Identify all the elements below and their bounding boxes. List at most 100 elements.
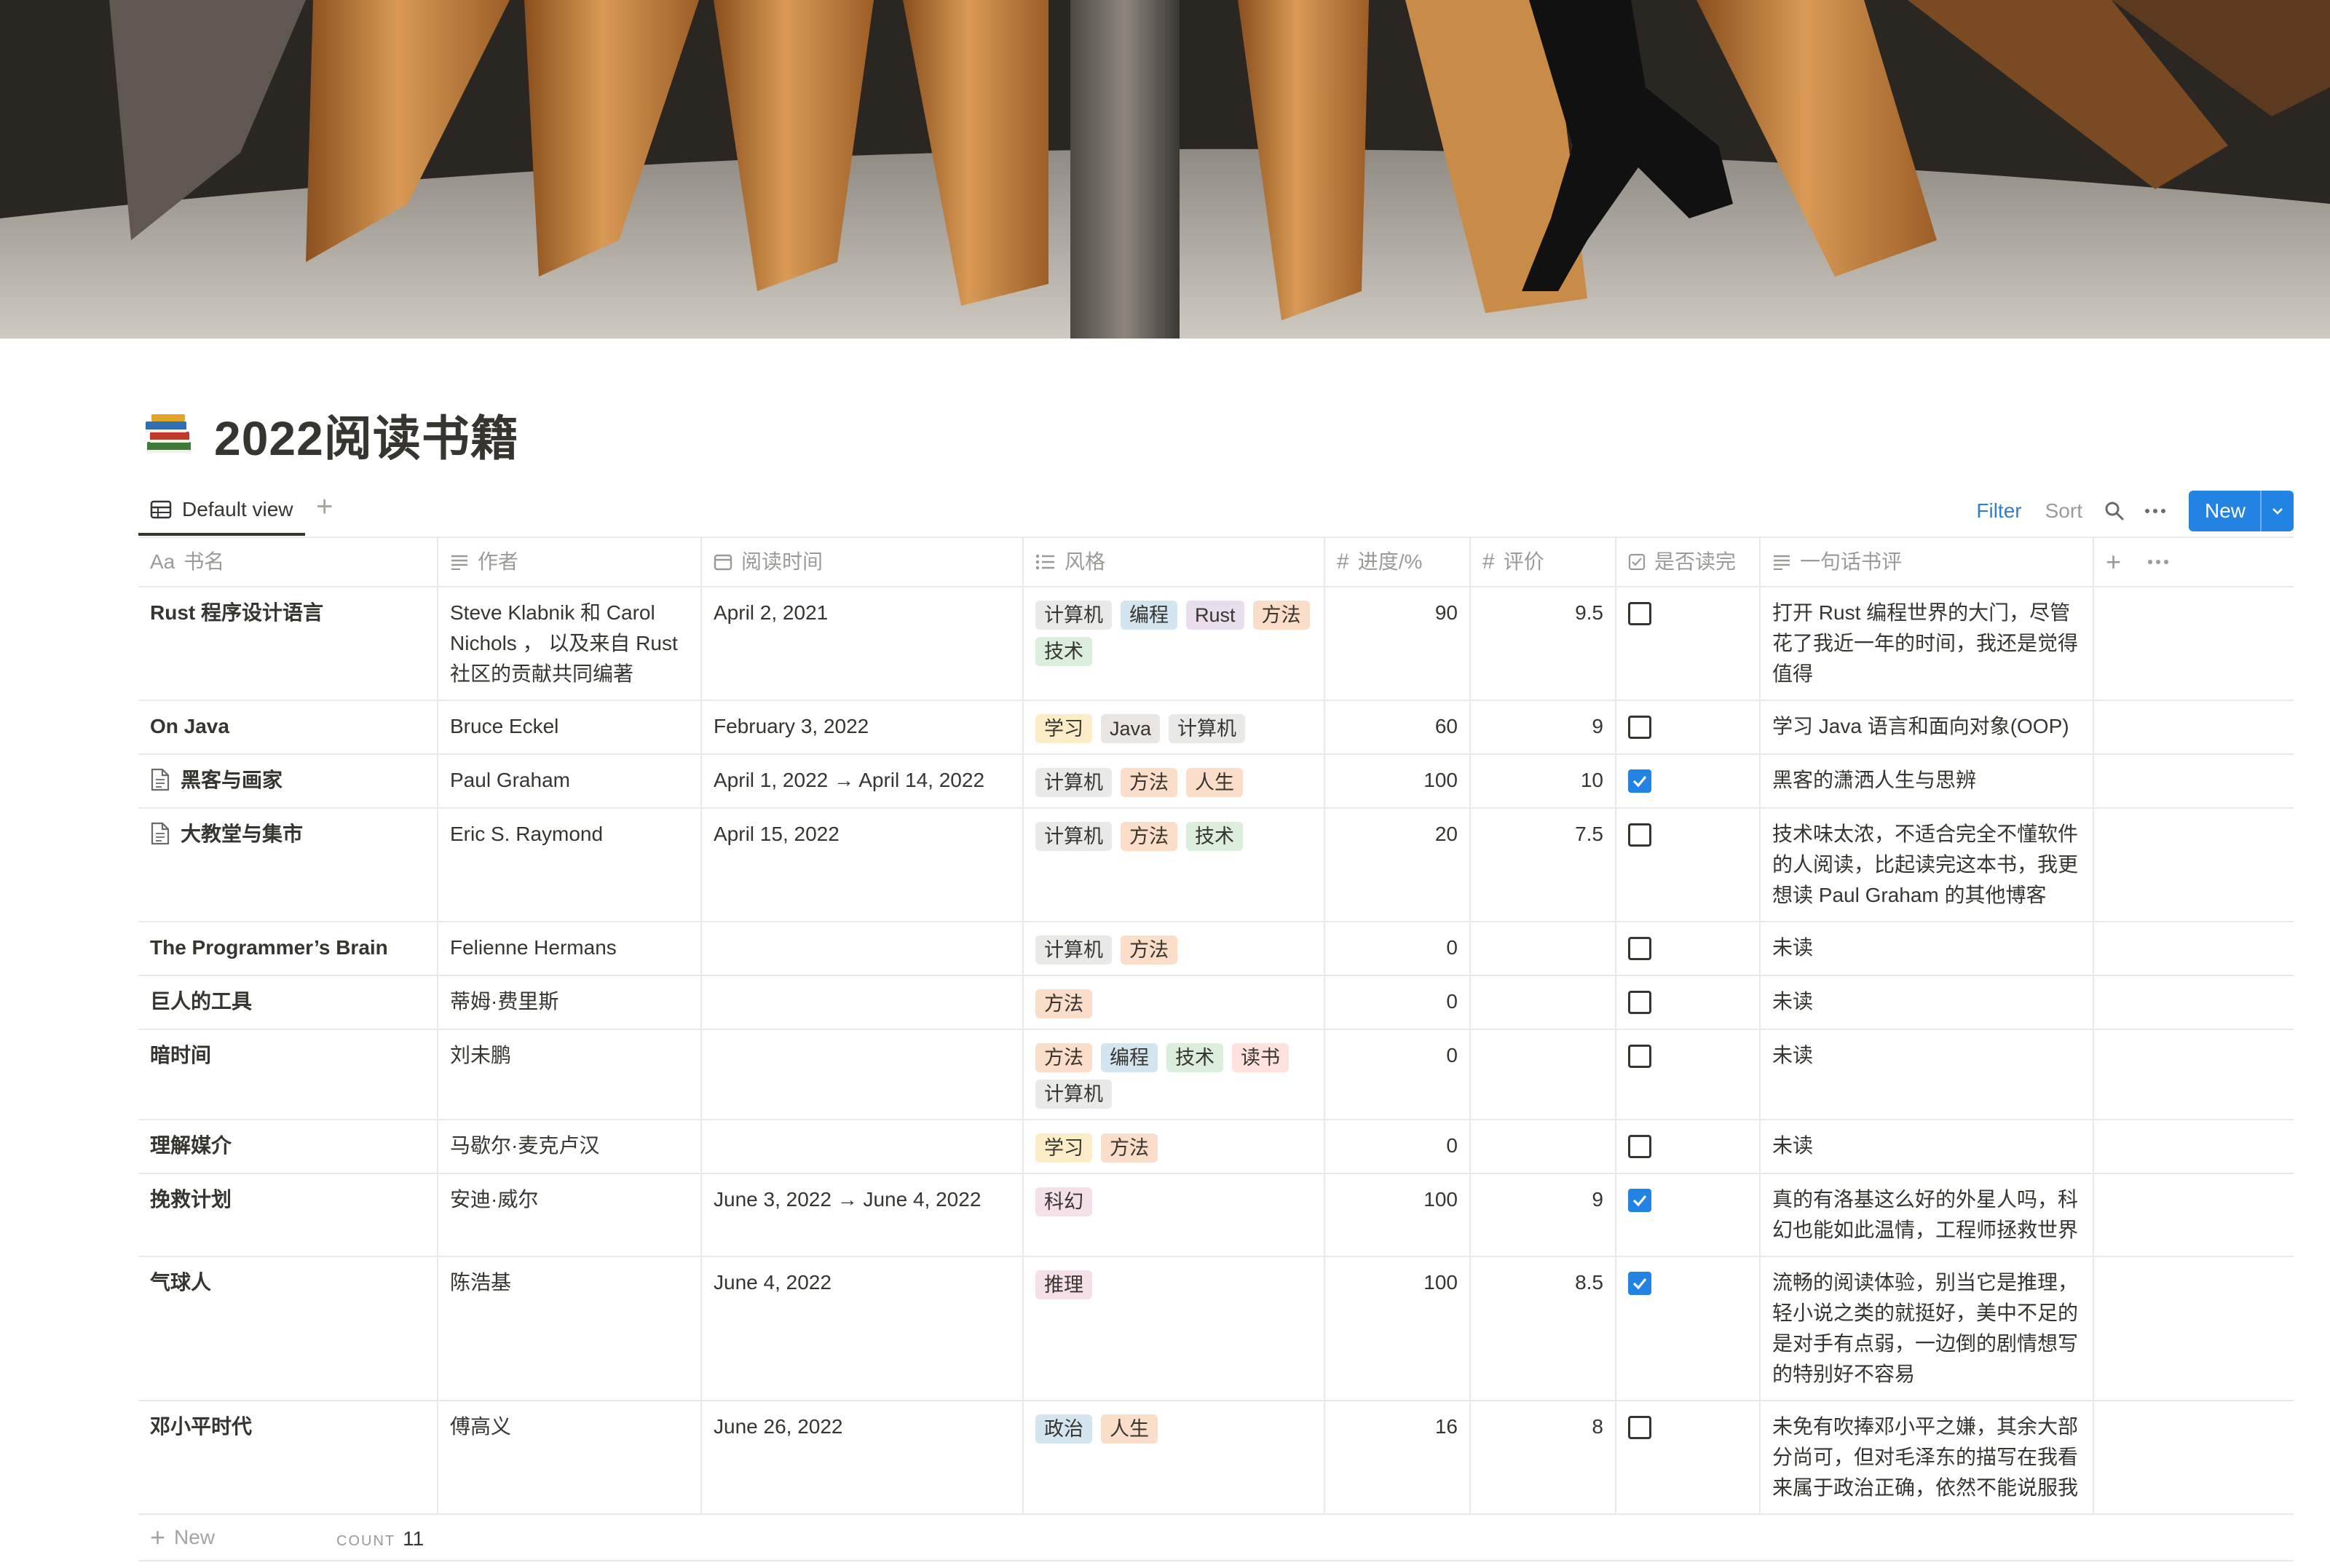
table-row[interactable]: 挽救计划 安迪·威尔 June 3, 2022 → June 4, 2022 科幻 10… [138,1174,2294,1257]
cell-date[interactable]: June 26, 2022 [702,1401,1024,1513]
cell-name[interactable]: 邓小平时代 [138,1401,438,1513]
cell-date[interactable]: February 3, 2022 [702,701,1024,753]
style-tag[interactable]: 方法 [1121,822,1177,851]
style-tag[interactable]: 学习 [1035,1133,1092,1163]
cell-progress[interactable]: 0 [1325,976,1471,1029]
table-row[interactable]: 巨人的工具 蒂姆·费里斯 方法 0 未读 [138,976,2294,1030]
style-tag[interactable]: 技术 [1166,1043,1223,1072]
book-title[interactable]: 大教堂与集市 [181,819,303,850]
book-title[interactable]: Rust 程序设计语言 [150,598,323,628]
cell-style[interactable]: 政治 人生 [1024,1401,1325,1513]
style-tag[interactable]: 人生 [1186,768,1243,797]
book-title[interactable]: 挽救计划 [150,1184,232,1215]
cell-rating[interactable] [1471,922,1616,975]
done-checkbox[interactable] [1628,991,1651,1014]
cell-style[interactable]: 计算机 编程 Rust 方法 技术 [1024,587,1325,700]
cell-name[interactable]: 暗时间 [138,1030,438,1119]
done-checkbox[interactable] [1628,1045,1651,1068]
column-header-done[interactable]: 是否读完 [1616,538,1761,586]
cell-style[interactable]: 计算机 方法 [1024,922,1325,975]
table-row[interactable]: 黑客与画家 Paul Graham April 1, 2022 → April 14… [138,755,2294,809]
style-tag[interactable]: 方法 [1121,768,1177,797]
cell-review[interactable]: 未读 [1761,976,2094,1029]
add-row-button[interactable]: + New [138,1515,2294,1561]
table-row[interactable]: 理解媒介 马歇尔·麦克卢汉 学习 方法 0 未读 [138,1120,2294,1174]
cell-progress[interactable]: 60 [1325,701,1471,753]
style-tag[interactable]: 计算机 [1035,601,1112,630]
cell-rating[interactable]: 9 [1471,701,1616,753]
cell-rating[interactable]: 7.5 [1471,809,1616,921]
style-tag[interactable]: 计算机 [1035,822,1112,851]
book-title[interactable]: 理解媒介 [150,1131,232,1161]
cell-date[interactable]: June 3, 2022 → June 4, 2022 [702,1174,1024,1256]
style-tag[interactable]: 方法 [1252,601,1310,630]
cell-style[interactable]: 学习 方法 [1024,1120,1325,1173]
book-title[interactable]: 气球人 [150,1267,211,1298]
cell-rating[interactable] [1471,1120,1616,1173]
done-checkbox[interactable] [1628,937,1651,960]
cell-author[interactable]: Steve Klabnik 和 Carol Nichols ， 以及来自 Rus… [438,587,702,700]
style-tag[interactable]: 计算机 [1035,1080,1112,1109]
cell-author[interactable]: Bruce Eckel [438,701,702,753]
table-row[interactable]: On Java Bruce Eckel February 3, 2022 学习 Java… [138,701,2294,755]
cell-name[interactable]: 大教堂与集市 [138,809,438,921]
done-checkbox[interactable] [1628,769,1651,793]
style-tag[interactable]: 方法 [1121,935,1177,965]
style-tag[interactable]: Rust [1186,601,1244,630]
tab-default-view[interactable]: Default view [138,486,305,536]
more-options-button[interactable] [2135,491,2176,531]
cell-author[interactable]: Felienne Hermans [438,922,702,975]
cell-style[interactable]: 学习 Java 计算机 [1024,701,1325,753]
cell-review[interactable]: 未免有吹捧邓小平之嫌，其余大部分尚可，但对毛泽东的描写在我看来属于政治正确，依然… [1761,1401,2094,1513]
column-header-date[interactable]: 阅读时间 [702,538,1024,586]
cell-review[interactable]: 流畅的阅读体验，别当它是推理，轻小说之类的就挺好，美中不足的是对手有点弱，一边倒… [1761,1257,2094,1400]
cell-date[interactable] [702,922,1024,975]
style-tag[interactable]: 方法 [1035,989,1092,1018]
filter-button[interactable]: Filter [1964,499,2033,523]
book-title[interactable]: 巨人的工具 [150,986,252,1017]
cell-name[interactable]: 黑客与画家 [138,755,438,807]
cell-author[interactable]: 刘未鹏 [438,1030,702,1119]
column-header-style[interactable]: 风格 [1024,538,1325,586]
style-tag[interactable]: 方法 [1035,1043,1092,1072]
cell-name[interactable]: 巨人的工具 [138,976,438,1029]
add-view-button[interactable]: + [316,491,333,523]
cell-progress[interactable]: 0 [1325,1030,1471,1119]
style-tag[interactable]: 方法 [1101,1133,1158,1163]
cell-progress[interactable]: 100 [1325,755,1471,807]
column-header-rating[interactable]: # 评价 [1471,538,1616,586]
cell-rating[interactable]: 8.5 [1471,1257,1616,1400]
cell-progress[interactable]: 16 [1325,1401,1471,1513]
cell-date[interactable]: April 2, 2021 [702,587,1024,700]
table-row[interactable]: 暗时间 刘未鹏 方法 编程 技术 读书 计算机 0 未读 [138,1030,2294,1120]
table-row[interactable]: Rust 程序设计语言 Steve Klabnik 和 Carol Nichols… [138,587,2294,701]
cell-rating[interactable]: 10 [1471,755,1616,807]
style-tag[interactable]: 科幻 [1035,1187,1092,1216]
done-checkbox[interactable] [1628,1416,1651,1439]
cell-review[interactable]: 未读 [1761,922,2094,975]
cell-style[interactable]: 推理 [1024,1257,1325,1400]
table-row[interactable]: 气球人 陈浩基 June 4, 2022 推理 100 8.5 流畅的阅读体验，别当它是推理… [138,1257,2294,1401]
style-tag[interactable]: 编程 [1101,1043,1158,1072]
cell-rating[interactable] [1471,1030,1616,1119]
new-dropdown-button[interactable] [2260,491,2294,531]
book-title[interactable]: 邓小平时代 [150,1411,252,1442]
cell-author[interactable]: Paul Graham [438,755,702,807]
table-row[interactable]: The Programmer’s Brain Felienne Hermans 计算… [138,922,2294,976]
table-row[interactable]: 邓小平时代 傅高义 June 26, 2022 政治 人生 16 8 未免有吹捧邓小平之嫌，其… [138,1401,2294,1515]
cell-style[interactable]: 方法 编程 技术 读书 计算机 [1024,1030,1325,1119]
style-tag[interactable]: 学习 [1035,714,1092,743]
done-checkbox[interactable] [1628,1135,1651,1158]
cell-progress[interactable]: 0 [1325,922,1471,975]
table-row[interactable]: 大教堂与集市 Eric S. Raymond April 15, 2022 计算机 方法… [138,809,2294,922]
cell-name[interactable]: Rust 程序设计语言 [138,587,438,700]
style-tag[interactable]: 人生 [1101,1414,1158,1444]
cell-progress[interactable]: 90 [1325,587,1471,700]
style-tag[interactable]: 技术 [1186,822,1243,851]
done-checkbox[interactable] [1628,716,1651,739]
cell-author[interactable]: 陈浩基 [438,1257,702,1400]
cell-rating[interactable]: 9 [1471,1174,1616,1256]
column-header-progress[interactable]: # 进度/% [1325,538,1471,586]
cell-author[interactable]: 马歇尔·麦克卢汉 [438,1120,702,1173]
cell-rating[interactable] [1471,976,1616,1029]
